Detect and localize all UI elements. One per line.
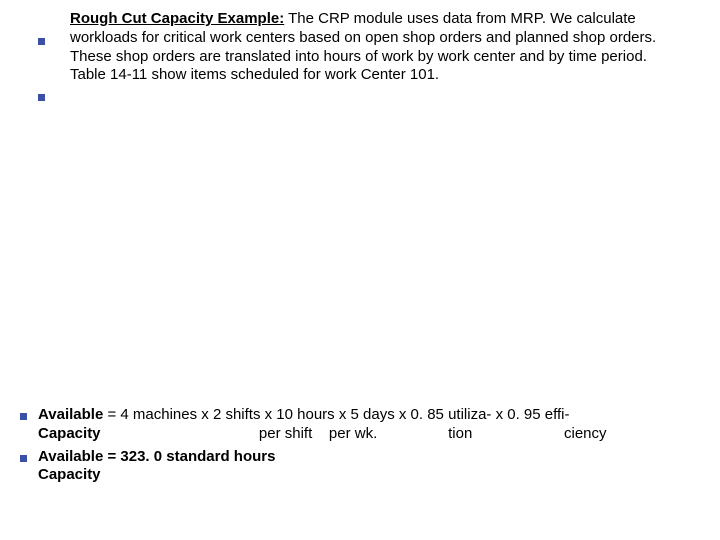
bullet-icon [20,413,27,420]
text-bold: Available [38,406,103,423]
bottom-list: Available = 4 machines x 2 shifts x 10 h… [20,406,710,489]
bullet-icon [38,38,45,45]
text-bold: Available = 323. 0 standard hours [38,448,275,465]
bullet-icon [20,455,27,462]
list-item: Available = 323. 0 standard hours Capaci… [20,448,710,486]
list-item-text: Available = 4 machines x 2 shifts x 10 h… [38,406,710,444]
top-bullet-column [38,38,58,150]
text-plain: = 4 machines x 2 shifts x 10 hours x 5 d… [103,406,569,423]
top-paragraph: Rough Cut Capacity Example: The CRP modu… [70,10,680,85]
list-item: Available = 4 machines x 2 shifts x 10 h… [20,406,710,444]
list-item-text: Available = 323. 0 standard hours Capaci… [38,448,710,486]
text-bold: Capacity [38,466,101,483]
text-bold: Capacity [38,425,259,442]
slide: Rough Cut Capacity Example: The CRP modu… [0,0,720,540]
bullet-icon [38,94,45,101]
paragraph-lead: Rough Cut Capacity Example: [70,10,284,27]
text-plain: per shift per wk. tion ciency [259,425,607,442]
